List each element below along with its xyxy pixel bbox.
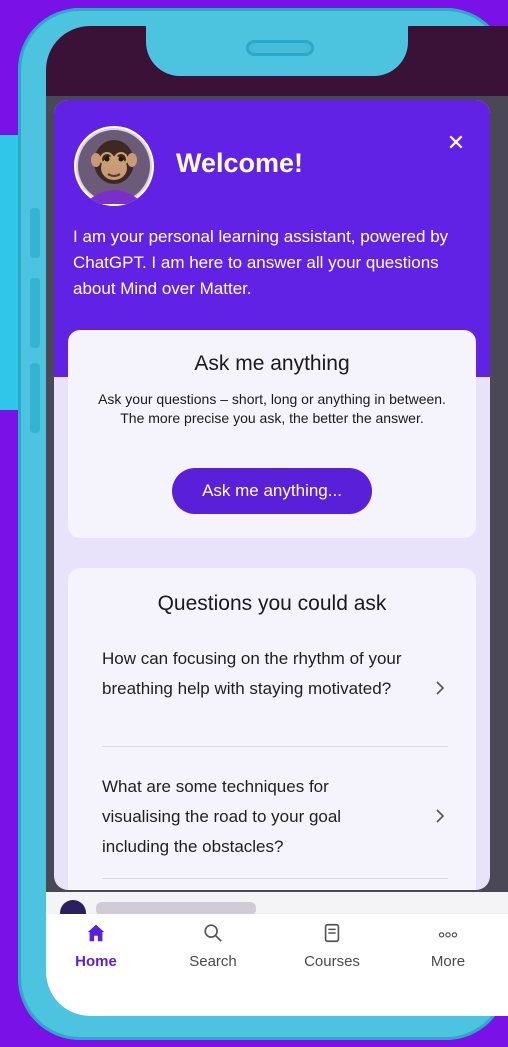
search-icon [204,924,222,942]
list-item-peek [46,892,508,914]
placeholder-text [96,902,256,914]
question-text: What are some techniques for visualising… [102,777,342,856]
chevron-right-icon [436,681,445,695]
question-text: How can focusing on the rhythm of your b… [102,649,402,698]
nav-item-courses[interactable]: Courses [282,922,382,970]
phone-notch [146,26,408,76]
question-item[interactable]: What are some techniques for visualising… [102,772,448,862]
stage: Welcome! ✕ I am your personal learning a… [0,0,508,1047]
divider [102,878,448,879]
book-icon [324,923,340,943]
nav-label: More [430,953,466,970]
ask-button[interactable]: Ask me anything... [172,468,372,514]
close-button[interactable]: ✕ [442,130,470,158]
ask-card-title: Ask me anything [194,352,350,375]
intro-text: I am your personal learning assistant, p… [73,227,449,298]
more-dots-icon [438,932,458,938]
close-icon: ✕ [446,131,466,156]
nav-item-search[interactable]: Search [163,922,263,970]
modal-title: Welcome! [176,148,304,178]
nav-item-home[interactable]: Home [46,922,146,970]
nav-label: Home [75,953,117,970]
question-item[interactable]: How can focusing on the rhythm of your b… [102,644,448,704]
home-icon [87,924,105,942]
assistant-avatar [74,126,154,206]
questions-card: Questions you could ask How can focusing… [68,568,476,890]
avatar [60,900,86,914]
nav-label: Courses [304,953,360,970]
ask-card-description: Ask your questions – short, long or anyt… [98,391,446,426]
phone-side-button [30,363,40,433]
phone-side-button [30,208,40,258]
assistant-modal: Welcome! ✕ I am your personal learning a… [54,100,490,890]
bottom-navigation: Home Search Courses More [46,914,508,984]
ask-card: Ask me anything Ask your questions – sho… [68,330,476,538]
nav-item-more[interactable]: More [398,922,498,970]
chevron-right-icon [436,809,445,823]
monkey-avatar-icon [76,128,152,204]
phone-side-button [30,278,40,348]
questions-card-title: Questions you could ask [157,592,387,615]
divider [102,746,448,747]
nav-label: Search [189,953,237,970]
phone-screen: Welcome! ✕ I am your personal learning a… [46,26,508,1016]
speaker-grille [246,40,314,56]
